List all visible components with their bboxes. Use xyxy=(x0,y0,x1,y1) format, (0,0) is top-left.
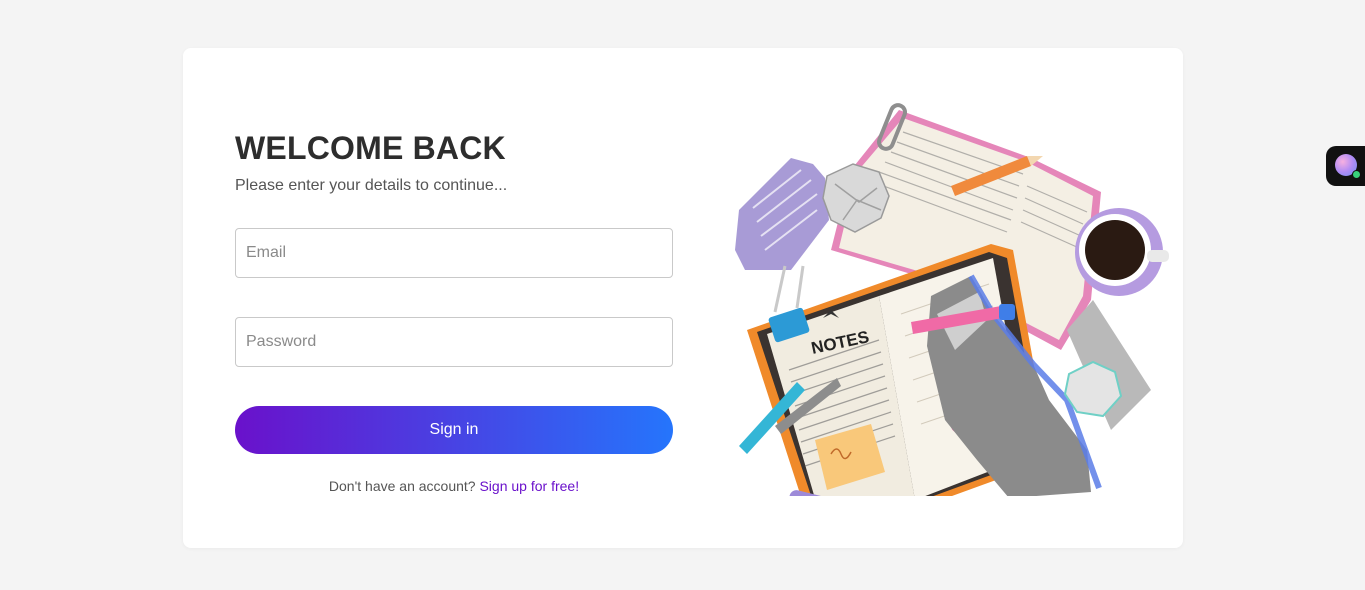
page-title: WELCOME BACK xyxy=(235,130,506,166)
email-field[interactable] xyxy=(235,228,673,278)
login-card: WELCOME BACK Please enter your details t… xyxy=(183,48,1183,548)
notebook-collage-illustration: NOTES xyxy=(735,103,1169,496)
sign-in-button[interactable]: Sign in xyxy=(235,406,673,454)
signup-prompt-line: Don't have an account? Sign up for free! xyxy=(235,478,673,494)
online-status-icon xyxy=(1352,170,1361,179)
page-subtitle: Please enter your details to continue... xyxy=(235,177,508,194)
assistant-widget-button[interactable] xyxy=(1326,146,1365,186)
login-form: WELCOME BACK Please enter your details t… xyxy=(235,128,673,494)
password-field[interactable] xyxy=(235,317,673,367)
signup-prompt-text: Don't have an account? xyxy=(328,478,476,494)
signup-link[interactable]: Sign up for free! xyxy=(479,478,579,494)
